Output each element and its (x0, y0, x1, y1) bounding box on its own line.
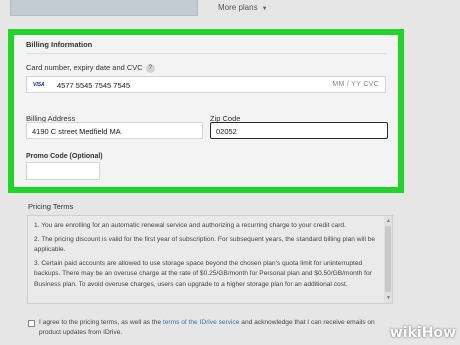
billing-highlight: Billing Information Card number, expiry … (8, 29, 404, 193)
more-plans-label: More plans (218, 3, 258, 12)
card-label-text: Card number, expiry date and CVC (26, 63, 143, 72)
agree-checkbox[interactable] (28, 320, 35, 327)
pricing-terms-title: Pricing Terms (28, 202, 74, 211)
zip-code-field[interactable]: 02052 (210, 122, 388, 139)
billing-section: Billing Information Card number, expiry … (14, 35, 398, 187)
billing-address-value: 4190 C street Medfield MA (32, 127, 121, 136)
help-icon[interactable]: ? (145, 63, 155, 73)
pricing-term: 3. Certain paid accounts are allowed to … (34, 259, 372, 288)
more-plans-button[interactable]: More plans ▼ (218, 3, 268, 12)
watermark-how: How (421, 325, 456, 341)
pricing-term: 2. The pricing discount is valid for the… (34, 235, 376, 254)
terms-link[interactable]: terms of the IDrive service (163, 319, 240, 326)
divider (26, 53, 386, 54)
wikihow-watermark: wikiHow (390, 325, 456, 341)
zip-code-value: 02052 (216, 127, 237, 136)
plan-card[interactable] (10, 0, 198, 16)
pricing-terms-list: 1. You are enrolling for an automatic re… (34, 221, 378, 293)
promo-code-label: Promo Code (Optional) (26, 153, 103, 160)
scroll-thumb[interactable] (385, 226, 391, 292)
card-number-value: 4577 5545 7545 7545 (57, 81, 130, 90)
card-number-field[interactable]: VISA 4577 5545 7545 7545 MM / YY CVC (26, 76, 386, 93)
visa-icon: VISA (33, 82, 45, 88)
scrollbar[interactable]: ▲ ▼ (384, 216, 392, 303)
billing-title: Billing Information (26, 40, 93, 49)
agree-text: I agree to the pricing terms, as well as… (39, 318, 379, 338)
watermark-wiki: wiki (389, 325, 422, 341)
chevron-down-icon: ▼ (261, 6, 268, 12)
billing-address-field[interactable]: 4190 C street Medfield MA (26, 122, 203, 139)
scroll-up-icon[interactable]: ▲ (386, 218, 391, 224)
pricing-term: 1. You are enrolling for an automatic re… (34, 222, 346, 229)
agree-text-before: I agree to the pricing terms, as well as… (39, 319, 163, 326)
card-label: Card number, expiry date and CVC? (26, 63, 155, 73)
pricing-terms-box[interactable]: 1. You are enrolling for an automatic re… (27, 215, 393, 304)
scroll-down-icon[interactable]: ▼ (386, 295, 391, 301)
promo-code-field[interactable] (26, 162, 100, 180)
card-expiry-placeholder: MM / YY CVC (332, 81, 379, 88)
page: More plans ▼ Billing Information Card num… (0, 0, 460, 345)
